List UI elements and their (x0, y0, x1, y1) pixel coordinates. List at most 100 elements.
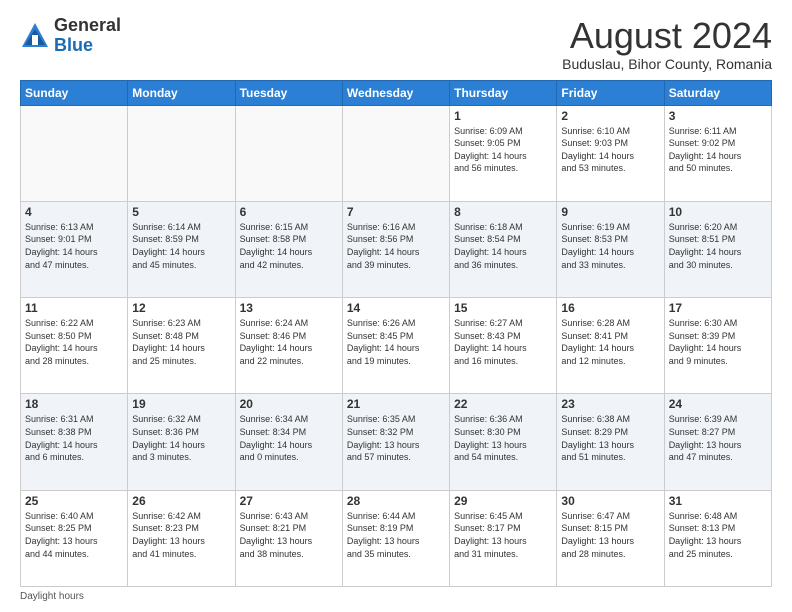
day-cell: 31 Sunrise: 6:48 AM Sunset: 8:13 PM Dayli… (664, 490, 771, 586)
day-number: 11 (25, 301, 123, 315)
day-info: Sunrise: 6:32 AM Sunset: 8:36 PM Dayligh… (132, 413, 230, 463)
day-number: 19 (132, 397, 230, 411)
day-info: Sunrise: 6:24 AM Sunset: 8:46 PM Dayligh… (240, 317, 338, 367)
footer: Daylight hours (20, 591, 772, 602)
day-cell: 18 Sunrise: 6:31 AM Sunset: 8:38 PM Dayli… (21, 394, 128, 490)
day-info: Sunrise: 6:20 AM Sunset: 8:51 PM Dayligh… (669, 221, 767, 271)
day-info: Sunrise: 6:11 AM Sunset: 9:02 PM Dayligh… (669, 125, 767, 175)
day-number: 23 (561, 397, 659, 411)
week-row-4: 18 Sunrise: 6:31 AM Sunset: 8:38 PM Dayli… (21, 394, 772, 490)
day-number: 25 (25, 494, 123, 508)
day-cell: 8 Sunrise: 6:18 AM Sunset: 8:54 PM Daylig… (450, 201, 557, 297)
day-cell (21, 105, 128, 201)
day-info: Sunrise: 6:36 AM Sunset: 8:30 PM Dayligh… (454, 413, 552, 463)
day-cell (128, 105, 235, 201)
day-cell: 2 Sunrise: 6:10 AM Sunset: 9:03 PM Daylig… (557, 105, 664, 201)
day-cell: 10 Sunrise: 6:20 AM Sunset: 8:51 PM Dayli… (664, 201, 771, 297)
week-row-1: 1 Sunrise: 6:09 AM Sunset: 9:05 PM Daylig… (21, 105, 772, 201)
day-number: 3 (669, 109, 767, 123)
day-number: 1 (454, 109, 552, 123)
day-number: 2 (561, 109, 659, 123)
day-cell: 26 Sunrise: 6:42 AM Sunset: 8:23 PM Dayli… (128, 490, 235, 586)
day-info: Sunrise: 6:10 AM Sunset: 9:03 PM Dayligh… (561, 125, 659, 175)
day-cell (342, 105, 449, 201)
day-info: Sunrise: 6:19 AM Sunset: 8:53 PM Dayligh… (561, 221, 659, 271)
day-cell (235, 105, 342, 201)
day-number: 28 (347, 494, 445, 508)
day-number: 9 (561, 205, 659, 219)
day-info: Sunrise: 6:40 AM Sunset: 8:25 PM Dayligh… (25, 510, 123, 560)
day-number: 18 (25, 397, 123, 411)
day-cell: 24Sunrise: 6:39 AM Sunset: 8:27 PM Dayli… (664, 394, 771, 490)
day-cell: 3 Sunrise: 6:11 AM Sunset: 9:02 PM Daylig… (664, 105, 771, 201)
day-number: 4 (25, 205, 123, 219)
day-info: Sunrise: 6:44 AM Sunset: 8:19 PM Dayligh… (347, 510, 445, 560)
day-info: Sunrise: 6:23 AM Sunset: 8:48 PM Dayligh… (132, 317, 230, 367)
day-cell: 27 Sunrise: 6:43 AM Sunset: 8:21 PM Dayli… (235, 490, 342, 586)
day-info: Sunrise: 6:14 AM Sunset: 8:59 PM Dayligh… (132, 221, 230, 271)
day-info: Sunrise: 6:48 AM Sunset: 8:13 PM Dayligh… (669, 510, 767, 560)
day-cell: 29 Sunrise: 6:45 AM Sunset: 8:17 PM Dayli… (450, 490, 557, 586)
calendar-table: SundayMondayTuesdayWednesdayThursdayFrid… (20, 80, 772, 587)
day-cell: 30 Sunrise: 6:47 AM Sunset: 8:15 PM Dayli… (557, 490, 664, 586)
weekday-header-row: SundayMondayTuesdayWednesdayThursdayFrid… (21, 80, 772, 105)
day-cell: 28 Sunrise: 6:44 AM Sunset: 8:19 PM Dayli… (342, 490, 449, 586)
day-info: Sunrise: 6:42 AM Sunset: 8:23 PM Dayligh… (132, 510, 230, 560)
day-number: 26 (132, 494, 230, 508)
day-number: 17 (669, 301, 767, 315)
day-cell: 6Sunrise: 6:15 AM Sunset: 8:58 PM Daylig… (235, 201, 342, 297)
day-number: 10 (669, 205, 767, 219)
day-cell: 13Sunrise: 6:24 AM Sunset: 8:46 PM Dayli… (235, 298, 342, 394)
day-number: 27 (240, 494, 338, 508)
day-number: 8 (454, 205, 552, 219)
day-info: Sunrise: 6:09 AM Sunset: 9:05 PM Dayligh… (454, 125, 552, 175)
daylight-hours-label: Daylight hours (20, 591, 84, 602)
day-info: Sunrise: 6:38 AM Sunset: 8:29 PM Dayligh… (561, 413, 659, 463)
day-info: Sunrise: 6:43 AM Sunset: 8:21 PM Dayligh… (240, 510, 338, 560)
title-block: August 2024 Buduslau, Bihor County, Roma… (562, 16, 772, 72)
main-title: August 2024 (562, 16, 772, 56)
day-number: 21 (347, 397, 445, 411)
day-number: 29 (454, 494, 552, 508)
day-number: 20 (240, 397, 338, 411)
weekday-header-thursday: Thursday (450, 80, 557, 105)
day-cell: 4 Sunrise: 6:13 AM Sunset: 9:01 PM Daylig… (21, 201, 128, 297)
day-cell: 5 Sunrise: 6:14 AM Sunset: 8:59 PM Daylig… (128, 201, 235, 297)
day-number: 12 (132, 301, 230, 315)
day-number: 5 (132, 205, 230, 219)
day-cell: 21Sunrise: 6:35 AM Sunset: 8:32 PM Dayli… (342, 394, 449, 490)
weekday-header-saturday: Saturday (664, 80, 771, 105)
weekday-header-tuesday: Tuesday (235, 80, 342, 105)
day-info: Sunrise: 6:26 AM Sunset: 8:45 PM Dayligh… (347, 317, 445, 367)
day-cell: 19 Sunrise: 6:32 AM Sunset: 8:36 PM Dayli… (128, 394, 235, 490)
weekday-header-monday: Monday (128, 80, 235, 105)
day-info: Sunrise: 6:13 AM Sunset: 9:01 PM Dayligh… (25, 221, 123, 271)
day-cell: 12 Sunrise: 6:23 AM Sunset: 8:48 PM Dayli… (128, 298, 235, 394)
day-cell: 1 Sunrise: 6:09 AM Sunset: 9:05 PM Daylig… (450, 105, 557, 201)
day-info: Sunrise: 6:28 AM Sunset: 8:41 PM Dayligh… (561, 317, 659, 367)
logo-icon (20, 21, 50, 51)
day-info: Sunrise: 6:18 AM Sunset: 8:54 PM Dayligh… (454, 221, 552, 271)
day-cell: 16Sunrise: 6:28 AM Sunset: 8:41 PM Dayli… (557, 298, 664, 394)
day-info: Sunrise: 6:45 AM Sunset: 8:17 PM Dayligh… (454, 510, 552, 560)
day-number: 31 (669, 494, 767, 508)
day-info: Sunrise: 6:47 AM Sunset: 8:15 PM Dayligh… (561, 510, 659, 560)
week-row-5: 25 Sunrise: 6:40 AM Sunset: 8:25 PM Dayli… (21, 490, 772, 586)
day-info: Sunrise: 6:30 AM Sunset: 8:39 PM Dayligh… (669, 317, 767, 367)
logo-general-text: General (54, 15, 121, 35)
day-cell: 20Sunrise: 6:34 AM Sunset: 8:34 PM Dayli… (235, 394, 342, 490)
day-info: Sunrise: 6:16 AM Sunset: 8:56 PM Dayligh… (347, 221, 445, 271)
day-info: Sunrise: 6:39 AM Sunset: 8:27 PM Dayligh… (669, 413, 767, 463)
day-info: Sunrise: 6:31 AM Sunset: 8:38 PM Dayligh… (25, 413, 123, 463)
day-cell: 23 Sunrise: 6:38 AM Sunset: 8:29 PM Dayli… (557, 394, 664, 490)
weekday-header-sunday: Sunday (21, 80, 128, 105)
day-number: 22 (454, 397, 552, 411)
day-cell: 9 Sunrise: 6:19 AM Sunset: 8:53 PM Daylig… (557, 201, 664, 297)
day-cell: 15Sunrise: 6:27 AM Sunset: 8:43 PM Dayli… (450, 298, 557, 394)
week-row-2: 4 Sunrise: 6:13 AM Sunset: 9:01 PM Daylig… (21, 201, 772, 297)
subtitle: Buduslau, Bihor County, Romania (562, 56, 772, 72)
day-info: Sunrise: 6:22 AM Sunset: 8:50 PM Dayligh… (25, 317, 123, 367)
day-number: 30 (561, 494, 659, 508)
day-number: 15 (454, 301, 552, 315)
header: General Blue August 2024 Buduslau, Bihor… (20, 16, 772, 72)
